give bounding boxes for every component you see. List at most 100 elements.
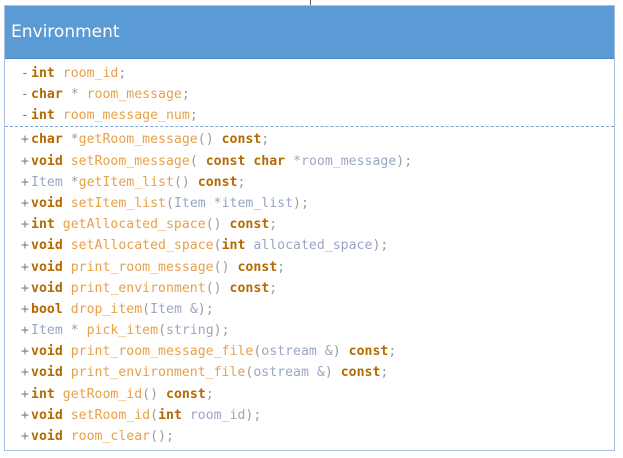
method-row: + void print_room_message_file(ostream &)… xyxy=(5,341,614,362)
method-row: + void room_clear(); xyxy=(5,426,614,447)
visibility-marker: + xyxy=(21,386,29,402)
code-token: ); xyxy=(396,153,413,169)
class-name: Environment xyxy=(11,22,120,42)
code-token: int xyxy=(31,108,55,124)
code-token: print_room_message xyxy=(62,259,214,275)
code-token: const xyxy=(166,386,206,402)
code-token: ); xyxy=(213,323,230,339)
code-token: ; xyxy=(205,386,214,402)
class-name-header: Environment xyxy=(5,6,614,59)
visibility-marker: + xyxy=(21,132,29,148)
code-token: int xyxy=(31,217,55,233)
code-token: char xyxy=(31,87,63,103)
code-token: const xyxy=(229,217,270,233)
code-token: ); xyxy=(293,195,309,211)
code-token: ; xyxy=(118,66,127,81)
code-token: pick_item xyxy=(86,323,159,339)
code-token: ( xyxy=(142,301,151,317)
code-token: room_clear xyxy=(62,429,151,444)
method-row: + void print_environment() const; xyxy=(5,278,614,299)
code-token: ( xyxy=(158,323,167,339)
method-row: + void print_environment_file(ostream &) … xyxy=(5,362,614,383)
code-token: void xyxy=(31,195,63,211)
code-token: ( xyxy=(150,407,159,423)
method-row: + int getRoom_id() const; xyxy=(5,384,614,405)
code-token: void xyxy=(31,407,63,423)
code-token: const xyxy=(237,259,278,275)
methods-section: + char *getRoom_message() const; + void set… xyxy=(5,127,614,447)
code-token: ; xyxy=(261,132,270,148)
method-row: + void setRoom_id(int room_id); xyxy=(5,405,614,426)
code-token: ); xyxy=(245,407,262,423)
code-token: void xyxy=(31,365,63,381)
code-token: const xyxy=(229,280,270,296)
code-token: room_id xyxy=(54,66,119,81)
code-token: Item & xyxy=(150,301,198,317)
code-token: () xyxy=(173,174,198,190)
attributes-section: - int room_id; - char * room_message; - int r… xyxy=(5,59,614,128)
code-token: Item xyxy=(31,174,63,190)
visibility-marker: + xyxy=(21,429,29,444)
visibility-marker: + xyxy=(21,174,29,190)
code-token: () xyxy=(205,217,230,233)
code-token: print_room_message_file xyxy=(62,344,254,360)
code-token: getItem_list xyxy=(78,174,174,190)
method-row: + Item *getItem_list() const; xyxy=(5,172,614,193)
code-token: ; xyxy=(277,259,286,275)
code-token: Item xyxy=(31,323,63,339)
code-token: drop_item xyxy=(62,301,143,317)
code-token: ; xyxy=(189,108,198,124)
visibility-marker: + xyxy=(21,217,29,233)
code-token: void xyxy=(31,429,63,444)
code-token: (); xyxy=(150,429,174,444)
visibility-marker: + xyxy=(21,323,29,339)
code-token: const xyxy=(197,174,238,190)
attribute-row: - char * room_message; xyxy=(5,84,614,105)
code-token: () xyxy=(205,280,230,296)
visibility-marker: + xyxy=(21,344,29,360)
code-token: () xyxy=(142,386,166,402)
code-token: int xyxy=(158,407,182,423)
method-row: + void setAllocated_space(int allocated_s… xyxy=(5,235,614,256)
code-token: * xyxy=(62,132,79,148)
code-token: void xyxy=(31,238,63,254)
code-token: ( xyxy=(189,153,206,169)
visibility-marker: - xyxy=(21,87,29,103)
code-token: setRoom_message xyxy=(62,153,190,169)
code-token: void xyxy=(31,280,63,296)
visibility-marker: - xyxy=(21,108,29,124)
code-token: print_environment xyxy=(62,280,206,296)
method-row: + void print_room_message() const; xyxy=(5,257,614,278)
code-token: ) xyxy=(324,365,341,381)
code-token: room_message_num xyxy=(54,108,190,124)
method-row: + void setItem_list(Item *item_list); xyxy=(5,193,614,214)
code-token: const xyxy=(221,132,262,148)
code-token: string xyxy=(166,323,214,339)
uml-class-box: Environment - int room_id; - char * room_me… xyxy=(4,5,615,451)
attribute-row: - int room_message_num; xyxy=(5,105,614,126)
code-token: ; xyxy=(237,174,246,190)
code-token: void xyxy=(31,153,63,169)
visibility-marker: + xyxy=(21,259,29,275)
code-token: () xyxy=(213,259,238,275)
code-token: ); xyxy=(372,238,389,254)
visibility-marker: + xyxy=(21,195,29,211)
attribute-row: - int room_id; xyxy=(5,63,614,84)
code-token: ( xyxy=(213,238,222,254)
visibility-marker: + xyxy=(21,365,29,381)
code-token: *room_message xyxy=(285,153,397,169)
code-token: ; xyxy=(181,87,190,103)
code-token: getRoom_id xyxy=(54,386,143,402)
visibility-marker: + xyxy=(21,280,29,296)
code-token: setAllocated_space xyxy=(62,238,214,254)
code-token: setItem_list xyxy=(62,195,166,211)
code-token: ) xyxy=(332,344,349,360)
code-token: Item *item_list xyxy=(173,195,294,211)
code-token: ostream & xyxy=(261,344,333,360)
code-token: ostream & xyxy=(253,365,325,381)
code-token: ( xyxy=(165,195,174,211)
method-row: + bool drop_item(Item &); xyxy=(5,299,614,320)
visibility-marker: - xyxy=(21,66,29,81)
code-token: ; xyxy=(269,280,278,296)
code-token: ); xyxy=(197,301,214,317)
